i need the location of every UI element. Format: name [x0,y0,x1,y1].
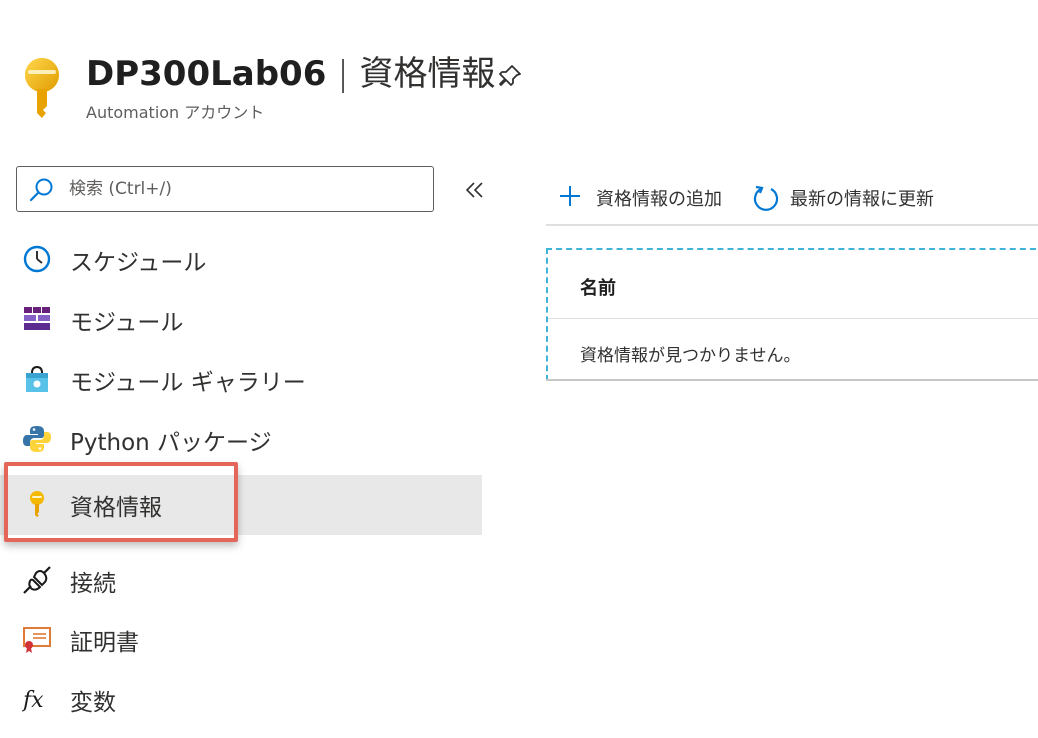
header-separator [548,318,1038,319]
fx-icon: fx [22,688,44,713]
sidebar-item-python-packages[interactable]: Python パッケージ [0,408,482,468]
plus-icon [560,186,580,206]
search-input[interactable] [67,173,411,205]
title-separator: | [337,54,349,94]
toolbar-divider [546,224,1038,226]
column-header-name[interactable]: 名前 [580,274,616,300]
pin-icon[interactable] [498,64,522,88]
collapse-sidebar-icon[interactable] [464,180,486,200]
sidebar-item-connections[interactable]: 接続 [0,549,482,609]
key-icon [25,58,59,118]
search-icon [29,178,53,202]
sidebar-item-label: 接続 [70,571,116,597]
sidebar-item-module-gallery[interactable]: モジュール ギャラリー [0,348,482,408]
add-credential-label: 資格情報の追加 [596,189,722,210]
grid-bottom-border [546,379,1038,381]
shopping-bag-icon [26,365,48,392]
empty-message: 資格情報が見つかりません。 [580,346,801,366]
refresh-label: 最新の情報に更新 [790,189,934,210]
plug-icon [23,566,51,594]
refresh-button[interactable]: 最新の情報に更新 [752,182,952,214]
svg-text:fx: fx [22,688,44,713]
certificate-icon [23,627,51,653]
sidebar-item-label: 変数 [70,690,116,716]
sidebar-item-label: モジュール [70,310,184,336]
resource-name: DP300Lab06 [86,54,327,94]
add-credential-button[interactable]: 資格情報の追加 [558,182,733,214]
sidebar-item-credentials[interactable]: 資格情報 [0,475,482,535]
sidebar-item-label: Python パッケージ [70,430,272,456]
page-title: DP300Lab06 | 資格情報 [86,50,495,98]
search-box[interactable] [16,166,434,212]
sidebar-item-modules[interactable]: モジュール [0,288,482,348]
sidebar-item-label: スケジュール [70,250,207,276]
sidebar-item-certificates[interactable]: 証明書 [0,608,482,668]
key-icon [30,491,44,517]
python-icon [23,426,51,452]
refresh-icon [753,185,779,211]
modules-icon [24,307,50,330]
sidebar-item-label: モジュール ギャラリー [70,370,306,396]
section-name: 資格情報 [359,54,496,94]
sidebar-item-schedules[interactable]: スケジュール [0,228,482,288]
sidebar-item-label: 資格情報 [70,495,162,521]
page-subtitle: Automation アカウント [86,103,265,122]
sidebar-item-label: 証明書 [70,630,139,656]
clock-icon [23,245,51,273]
sidebar-item-variables[interactable]: fx 変数 [0,668,482,728]
credentials-grid: 名前 資格情報が見つかりません。 [546,248,1038,381]
